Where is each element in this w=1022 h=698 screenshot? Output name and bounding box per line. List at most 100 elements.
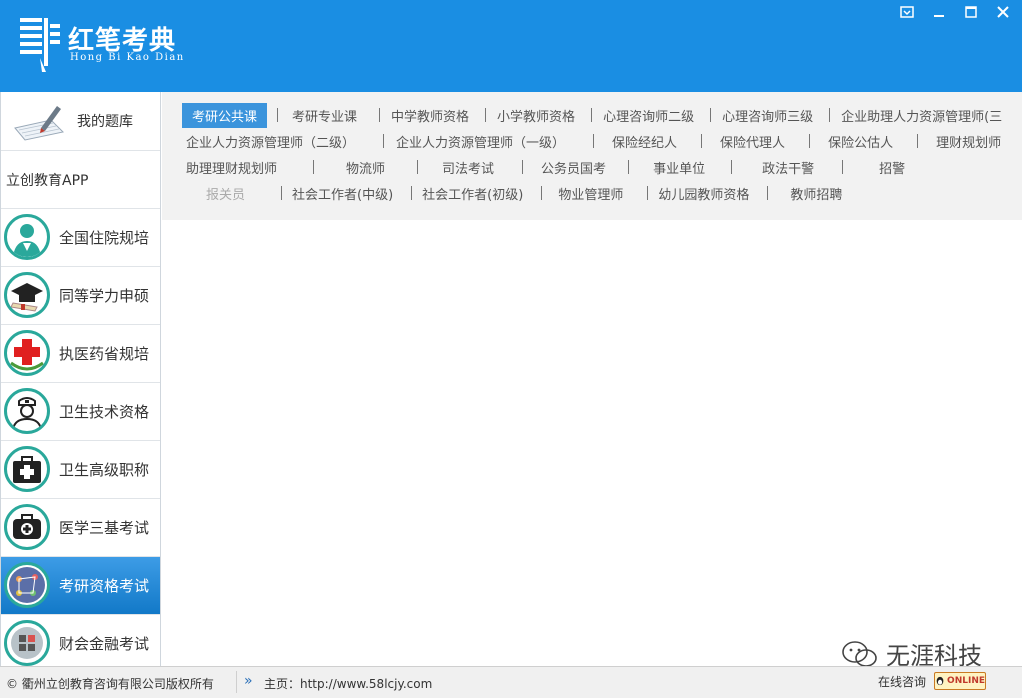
- doctor-icon: [4, 214, 50, 260]
- nav-separator: [731, 160, 733, 174]
- footer-divider: [236, 671, 237, 693]
- sidebar: 我的题库 立创教育APP 全国住院规培 同等学力申硕 执医药省规培 卫生技术资格…: [0, 92, 161, 673]
- sidebar-item-pharmacy-training[interactable]: 执医药省规培: [1, 325, 160, 383]
- window-controls: [894, 4, 1016, 22]
- sidebar-item-label: 卫生技术资格: [59, 403, 150, 421]
- nav-separator: [591, 108, 593, 122]
- nav-row-4: 报关员 社会工作者(中级) 社会工作者(初级) 物业管理师 幼儿园教师资格 教师…: [206, 180, 842, 206]
- nav-separator: [917, 134, 919, 148]
- nav-separator: [522, 160, 524, 174]
- qq-online-badge[interactable]: ONLINE: [934, 672, 986, 690]
- nav-separator: [383, 134, 385, 148]
- sidebar-item-medical-basics[interactable]: 医学三基考试: [1, 499, 160, 557]
- homepage-link[interactable]: 主页：http://www.58lcjy.com: [264, 675, 432, 692]
- sidebar-item-label: 考研资格考试: [59, 577, 150, 595]
- sidebar-item-label: 卫生高级职称: [59, 461, 150, 479]
- tab-psych-level2[interactable]: 心理咨询师二级: [603, 102, 694, 128]
- tab-postgrad-major[interactable]: 考研专业课: [292, 102, 357, 128]
- tab-social-worker-junior[interactable]: 社会工作者(初级): [422, 180, 523, 206]
- sidebar-item-equivalent-degree[interactable]: 同等学力申硕: [1, 267, 160, 325]
- qq-penguin-icon: [936, 676, 944, 686]
- close-icon[interactable]: [990, 4, 1016, 20]
- tab-political-police[interactable]: 政法干警: [762, 154, 814, 180]
- tab-logistics[interactable]: 物流师: [346, 154, 385, 180]
- tab-label: 公务员国考: [541, 161, 607, 177]
- tab-primary-school-teacher[interactable]: 小学教师资格: [497, 102, 575, 128]
- nav-row-2: 企业人力资源管理师（二级） 企业人力资源管理师（一级） 保险经纪人 保险代理人 …: [186, 128, 1001, 154]
- tab-assistant-hr-manager[interactable]: 企业助理人力资源管理师(三: [841, 102, 1002, 128]
- my-library-button[interactable]: 我的题库: [1, 92, 160, 151]
- tab-kindergarten-teacher[interactable]: 幼儿园教师资格: [658, 180, 749, 206]
- sidebar-item-label: 财会金融考试: [59, 635, 150, 653]
- nav-separator: [417, 160, 419, 174]
- tab-property-manager[interactable]: 物业管理师: [558, 180, 623, 206]
- tab-judicial-exam[interactable]: 司法考试: [442, 154, 494, 180]
- notebook-pen-icon: [14, 106, 65, 141]
- tab-label: 幼儿园教师资格: [658, 187, 750, 203]
- tab-label: 企业助理人力资源管理师(三: [841, 109, 1003, 125]
- nav-separator: [277, 108, 279, 122]
- tab-label: 社会工作者(初级): [422, 187, 524, 203]
- nurse-icon: [4, 388, 50, 434]
- tab-label: 物流师: [346, 161, 386, 177]
- nav-separator: [541, 186, 543, 200]
- app-download-link[interactable]: 立创教育APP: [1, 151, 160, 209]
- nav-separator: [628, 160, 630, 174]
- my-library-label: 我的题库: [77, 114, 133, 130]
- tab-public-institution[interactable]: 事业单位: [653, 154, 705, 180]
- app-logo: 红笔考典 Hong Bi Kao Dian: [14, 12, 194, 78]
- tab-label: 保险代理人: [720, 135, 786, 151]
- nav-separator: [647, 186, 649, 200]
- tab-assistant-financial-planner[interactable]: 助理理财规划师: [186, 154, 277, 180]
- tab-social-worker-mid[interactable]: 社会工作者(中级): [292, 180, 393, 206]
- online-badge-text: ONLINE: [947, 676, 985, 686]
- nav-separator: [379, 108, 381, 122]
- sidebar-item-postgrad-exam[interactable]: 考研资格考试: [1, 557, 160, 615]
- nav-separator: [829, 108, 831, 122]
- calculator-icon: [4, 620, 50, 666]
- tab-insurance-assessor[interactable]: 保险公估人: [828, 128, 893, 154]
- title-bar: 红笔考典 Hong Bi Kao Dian: [0, 0, 1022, 92]
- nav-separator: [281, 186, 283, 200]
- online-consult-label[interactable]: 在线咨询: [878, 673, 926, 690]
- tab-customs-declarant[interactable]: 报关员: [206, 180, 245, 206]
- sidebar-item-senior-title[interactable]: 卫生高级职称: [1, 441, 160, 499]
- tab-label: 心理咨询师二级: [603, 109, 695, 125]
- tab-label: 社会工作者(中级): [292, 187, 394, 203]
- tab-middle-school-teacher[interactable]: 中学教师资格: [391, 102, 469, 128]
- tab-label: 招警: [879, 161, 906, 177]
- first-aid-icon: [4, 504, 50, 550]
- tab-teacher-recruitment[interactable]: 教师招聘: [790, 180, 842, 206]
- tab-hr-manager-level2[interactable]: 企业人力资源管理师（二级）: [186, 128, 355, 154]
- restore-down-icon[interactable]: [894, 4, 920, 20]
- tab-psych-level3[interactable]: 心理咨询师三级: [722, 102, 813, 128]
- tab-label: 助理理财规划师: [186, 161, 278, 177]
- nav-row-3: 助理理财规划师 物流师 司法考试 公务员国考 事业单位 政法干警 招警: [186, 154, 905, 180]
- minimize-icon[interactable]: [926, 4, 952, 20]
- sidebar-item-label: 全国住院规培: [59, 229, 150, 247]
- tab-insurance-agent[interactable]: 保险代理人: [720, 128, 785, 154]
- nav-separator: [767, 186, 769, 200]
- nav-separator: [809, 134, 811, 148]
- tab-hr-manager-level1[interactable]: 企业人力资源管理师（一级）: [396, 128, 565, 154]
- tab-label: 小学教师资格: [497, 109, 576, 125]
- sidebar-item-health-tech[interactable]: 卫生技术资格: [1, 383, 160, 441]
- tab-label: 中学教师资格: [391, 109, 470, 125]
- nav-separator: [313, 160, 315, 174]
- tab-civil-service[interactable]: 公务员国考: [541, 154, 606, 180]
- logo-mark-icon: [20, 18, 60, 72]
- tab-label: 教师招聘: [790, 187, 843, 203]
- tab-label: 司法考试: [442, 161, 495, 177]
- sidebar-item-label: 执医药省规培: [59, 345, 150, 363]
- maximize-icon[interactable]: [958, 4, 984, 20]
- sidebar-item-label: 同等学力申硕: [59, 287, 150, 305]
- tab-financial-planner[interactable]: 理财规划师: [936, 128, 1001, 154]
- tab-insurance-broker[interactable]: 保险经纪人: [612, 128, 677, 154]
- nav-separator: [411, 186, 413, 200]
- red-cross-icon: [4, 330, 50, 376]
- sidebar-item-label: 医学三基考试: [59, 519, 150, 537]
- tab-postgrad-public[interactable]: 考研公共课: [182, 102, 268, 128]
- sidebar-item-residency-training[interactable]: 全国住院规培: [1, 209, 160, 267]
- tab-police-recruit[interactable]: 招警: [879, 154, 905, 180]
- sidebar-item-finance-exam[interactable]: 财会金融考试: [1, 615, 160, 673]
